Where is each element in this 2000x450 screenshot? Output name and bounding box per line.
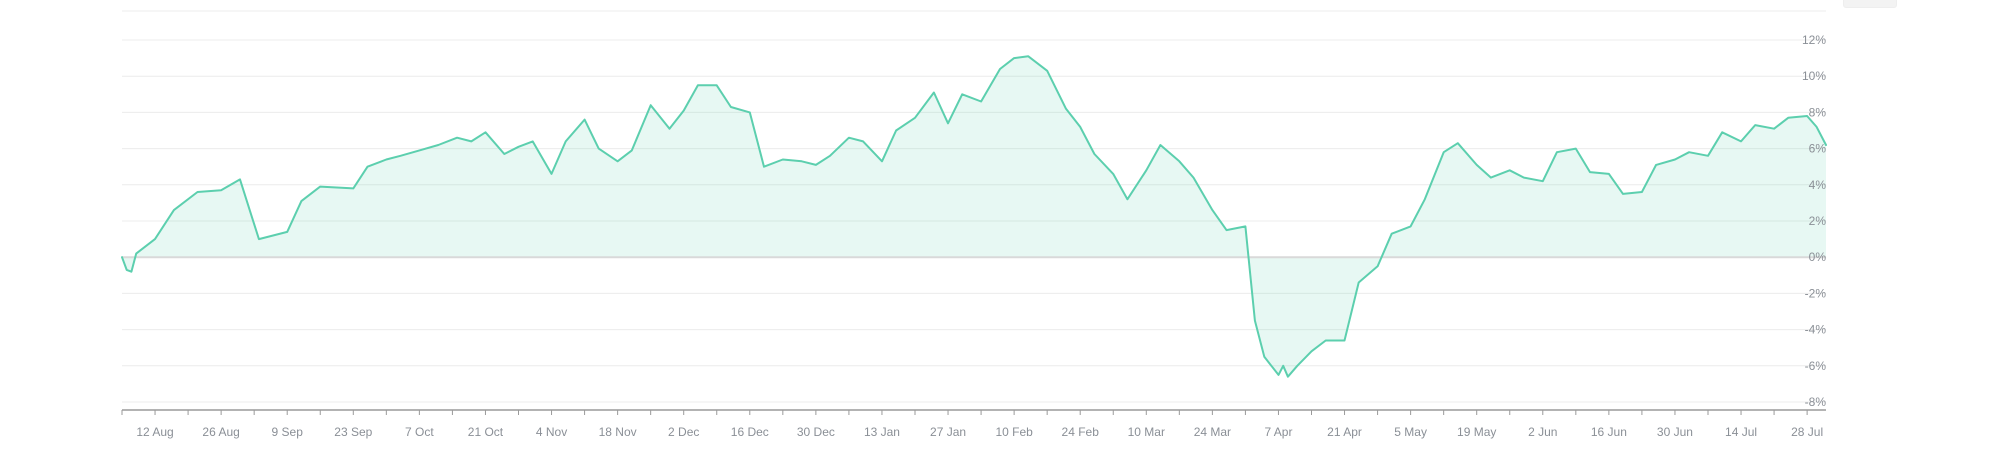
x-tick-label: 14 Jul	[1725, 425, 1757, 439]
x-tick-label: 30 Dec	[797, 425, 835, 439]
x-tick-label: 4 Nov	[536, 425, 567, 439]
y-tick-label: 0%	[1809, 250, 1827, 264]
x-tick-label: 27 Jan	[930, 425, 966, 439]
y-tick-label: 8%	[1809, 105, 1827, 119]
x-tick-label: 2 Dec	[668, 425, 699, 439]
x-tick-label: 24 Feb	[1062, 425, 1100, 439]
x-tick-label: 18 Nov	[599, 425, 637, 439]
x-tick-label: 26 Aug	[202, 425, 239, 439]
x-tick-label: 9 Sep	[272, 425, 304, 439]
y-tick-label: -6%	[1805, 359, 1827, 373]
y-tick-label: 4%	[1809, 178, 1827, 192]
y-tick-label: -4%	[1805, 323, 1827, 337]
x-tick-label: 2 Jun	[1528, 425, 1557, 439]
y-tick-label: -8%	[1805, 395, 1827, 409]
x-tick-label: 24 Mar	[1194, 425, 1231, 439]
series-area-fill	[122, 56, 1826, 377]
x-tick-label: 13 Jan	[864, 425, 900, 439]
x-tick-label: 7 Oct	[405, 425, 434, 439]
performance-area-chart: 12% 10% 8% 6% 4% 2% 0% -2% -4% -6% -8% 12 Aug 26 Au…	[121, 10, 1827, 439]
x-tick-label: 21 Oct	[468, 425, 504, 439]
x-tick-label: 16 Jun	[1591, 425, 1627, 439]
x-tick-label: 16 Dec	[731, 425, 769, 439]
x-tick-label: 23 Sep	[334, 425, 372, 439]
x-tick-label: 10 Mar	[1128, 425, 1165, 439]
x-axis-labels: 12 Aug 26 Aug 9 Sep 23 Sep 7 Oct 21 Oct 4 Nov 1…	[121, 410, 1823, 439]
x-tick-label: 30 Jun	[1657, 425, 1693, 439]
y-tick-label: 6%	[1809, 142, 1827, 156]
x-tick-label: 5 May	[1394, 425, 1427, 439]
x-tick-label: 7 Apr	[1264, 425, 1292, 439]
y-tick-label: -2%	[1805, 286, 1827, 300]
x-tick-label: 10 Feb	[995, 425, 1033, 439]
x-tick-label: 19 May	[1457, 425, 1496, 439]
y-tick-label: 10%	[1802, 69, 1826, 83]
corner-control[interactable]	[1843, 0, 1897, 8]
x-tick-label: 12 Aug	[136, 425, 173, 439]
chart-container: 12% 10% 8% 6% 4% 2% 0% -2% -4% -6% -8% 12 Aug 26 Au…	[0, 0, 2000, 450]
x-tick-label: 21 Apr	[1327, 425, 1362, 439]
y-tick-label: 2%	[1809, 214, 1827, 228]
series-layer	[121, 55, 1827, 378]
x-tick-label: 28 Jul	[1791, 425, 1823, 439]
y-tick-label: 12%	[1802, 33, 1826, 47]
